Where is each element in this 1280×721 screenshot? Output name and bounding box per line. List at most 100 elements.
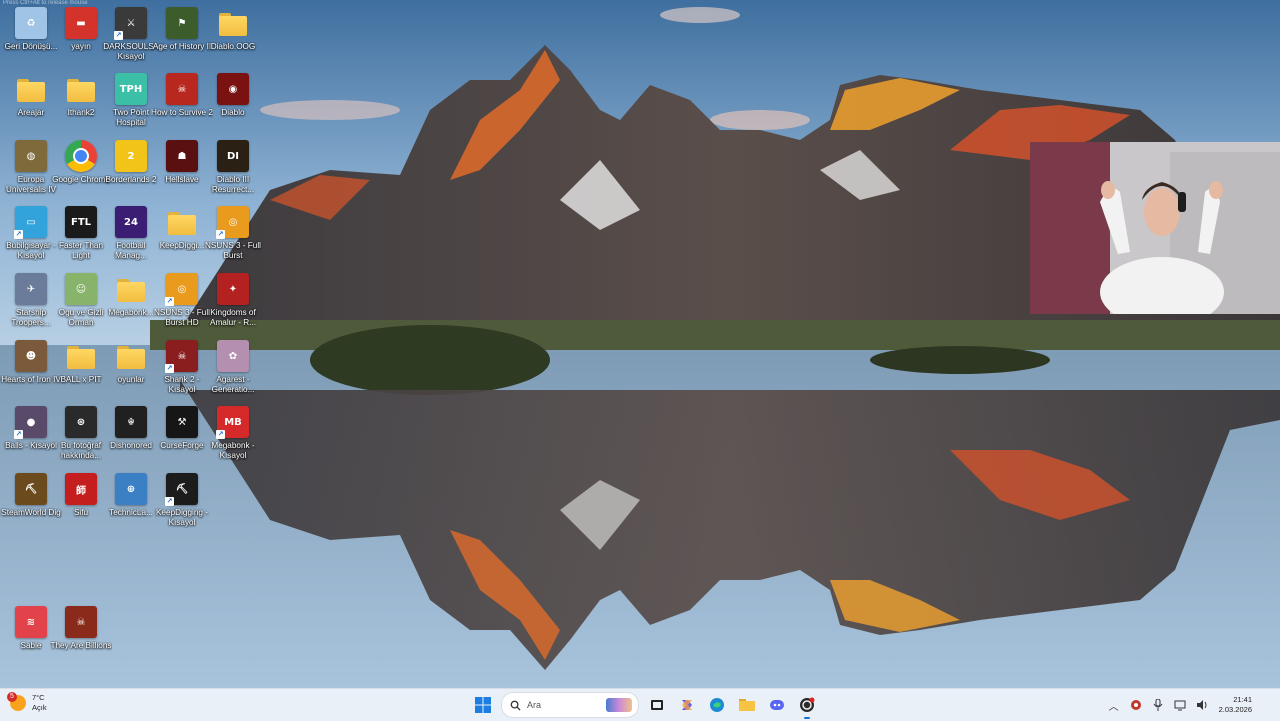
app-icon: ☠ ↗ [165,340,198,373]
desktop-icon[interactable]: DI Diablo III Resurrect... [202,135,264,199]
shortcut-arrow-icon: ↗ [165,364,174,373]
app-icon: ☠ [65,606,97,638]
desktop-icon[interactable]: ⛏ ↗ KeepDigging - Kısayol [151,468,213,532]
app-icon: ⚒ [166,406,198,438]
app-icon: ◎ ↗ [165,273,198,306]
folder-icon [15,73,47,105]
app-icon: MB ↗ [216,406,249,439]
app-icon: ☺ [65,273,97,305]
app-icon: ☠ [166,73,198,105]
desktop-icon[interactable]: ✿ Agarest - Generatio... [202,335,264,399]
app-icon: ⚑ [166,7,198,39]
search-icon [510,700,521,711]
shortcut-arrow-icon: ↗ [216,230,225,239]
desktop-icon-label: Diablo [221,108,245,117]
shortcut-arrow-icon: ↗ [216,430,225,439]
desktop-icon-label: Kingdoms of Amalur - R... [210,308,256,327]
weather-temp: 7°C [32,693,45,702]
weather-widget[interactable]: 5 7°C Açık [7,692,47,713]
discord-icon [770,700,784,710]
desktop-icon[interactable]: ◉ Diablo [202,68,264,132]
copilot-icon [682,700,692,710]
desktop-icon-label: KeepDigging - Kısayol [156,508,208,527]
folder-icon [166,206,198,238]
app-icon: TPH [115,73,147,105]
shortcut-arrow-icon: ↗ [14,430,23,439]
start-button[interactable] [470,692,496,718]
discord-button[interactable] [764,692,790,718]
app-icon: ⛏ ↗ [165,473,198,506]
weather-sun-icon: 5 [7,692,26,711]
desktop-icon-label: Diablo III Resurrect... [211,175,255,194]
desktop-icon[interactable]: ✦ Kingdoms of Amalur - R... [202,268,264,332]
app-icon: ≋ [15,606,47,638]
app-icon: ✿ [217,340,249,372]
recycle-bin-icon: ♻ [15,7,47,39]
security-icon[interactable] [1128,697,1144,713]
system-tray: ︿ 21:41 2.03.2026 [1103,689,1280,721]
search-placeholder: Ara [527,700,542,710]
app-icon: ◉ [217,73,249,105]
shortcut-arrow-icon: ↗ [14,230,23,239]
edge-button[interactable] [704,692,730,718]
app-icon: ☬ [115,406,147,438]
desktop-icon[interactable]: Diablo.OOG [202,2,264,66]
clock-time: 21:41 [1233,695,1252,704]
desktop-icon[interactable]: ☠ They Are Billions [50,601,112,665]
shortcut-arrow-icon: ↗ [165,297,174,306]
folder-icon [115,273,147,305]
app-icon: 24 [115,206,147,238]
folder-icon [65,73,97,105]
taskbar: 5 7°C Açık Ara ︿ 21:41 2.03.2026 [0,688,1280,721]
notification-badge: 5 [7,692,17,702]
app-icon: ✦ [217,273,249,305]
app-icon: 2 [115,140,147,172]
app-icon: ● ↗ [14,406,47,439]
folder-icon [739,699,755,711]
desktop-icon[interactable]: MB ↗ Megabonk - Kısayol [202,401,264,465]
task-view-icon [651,700,663,710]
app-icon: ◍ [15,140,47,172]
app-icon: ⊕ [115,473,147,505]
app-icon: DI [217,140,249,172]
task-view-button[interactable] [644,692,670,718]
app-icon: 師 [65,473,97,505]
desktop-icon-label: Diablo.OOG [210,42,256,51]
windows-logo-icon [475,697,491,713]
desktop-icon-label: Agarest - Generatio... [211,375,255,394]
desktop-icon[interactable]: ◎ ↗ NSUNS 3 - Full Burst [202,201,264,265]
chevron-up-icon[interactable]: ︿ [1106,697,1122,713]
shortcut-arrow-icon: ↗ [165,497,174,506]
desktop-icon-label: Megabonk - Kısayol [211,441,255,460]
edge-icon [710,698,724,712]
app-icon: ⛏ [15,473,47,505]
taskbar-clock[interactable]: 21:41 2.03.2026 [1219,695,1252,715]
app-icon: ⊛ [65,406,97,438]
file-explorer-button[interactable] [734,692,760,718]
search-highlight-image [606,698,632,712]
obs-button[interactable] [794,692,820,719]
folder-icon [217,7,249,39]
desktop-icon-label: They Are Billions [50,641,112,650]
app-icon: ⚔ ↗ [114,7,147,40]
active-indicator [804,717,810,719]
shortcut-arrow-icon: ↗ [114,31,123,40]
app-icon: FTL [65,206,97,238]
app-icon: ◎ ↗ [216,206,249,239]
microphone-icon[interactable] [1150,697,1166,713]
app-icon: ✈ [15,273,47,305]
app-icon: ☗ [166,140,198,172]
taskbar-search[interactable]: Ara [501,692,639,718]
webcam-overlay [1030,142,1280,314]
chrome-icon [65,140,97,172]
volume-icon[interactable] [1194,697,1210,713]
folder-icon [115,340,147,372]
desktop-icon-label: NSUNS 3 - Full Burst [205,241,261,260]
obs-icon [800,697,815,712]
app-icon: ▬ [65,7,97,39]
copilot-button[interactable] [674,692,700,718]
app-icon: ☻ [15,340,47,372]
network-icon[interactable] [1172,697,1188,713]
app-icon: ▭ ↗ [14,206,47,239]
weather-condition: Açık [32,703,47,712]
